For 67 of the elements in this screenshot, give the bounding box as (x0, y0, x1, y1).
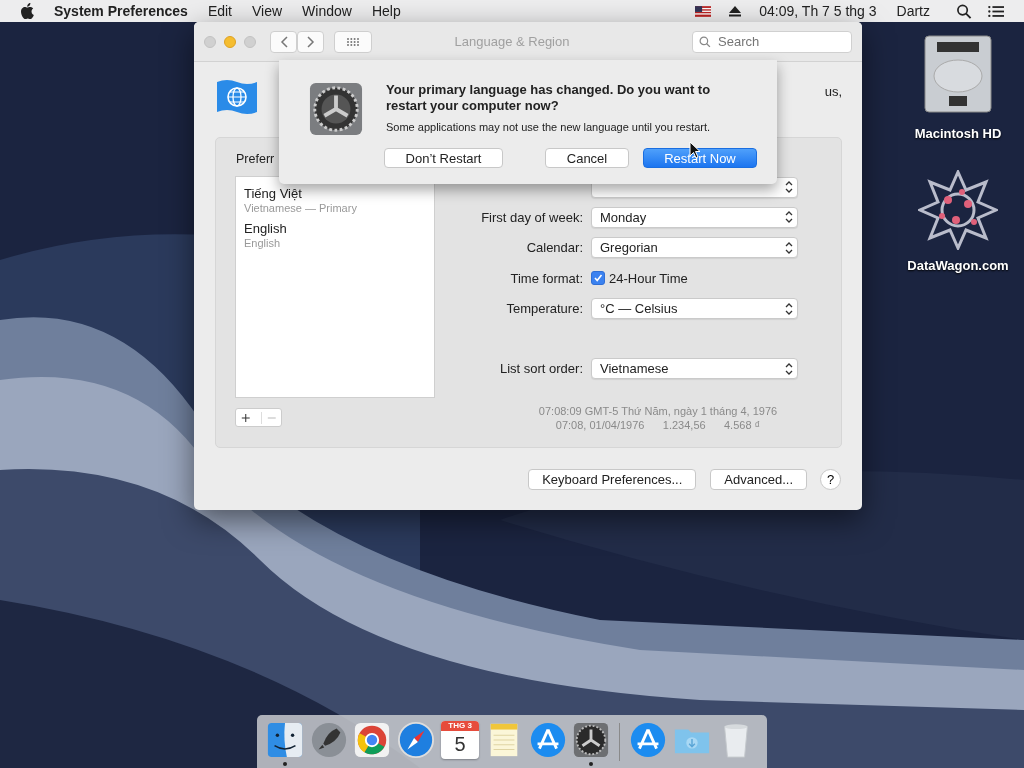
calendar-icon[interactable]: THG 3 5 (441, 721, 480, 759)
hard-drive-icon[interactable] (923, 34, 993, 114)
tools-app-icon[interactable] (528, 721, 567, 759)
user-name[interactable]: Dartz (896, 3, 930, 19)
language-name[interactable]: English (244, 221, 426, 236)
up-down-arrows-icon (785, 180, 793, 194)
add-icon[interactable] (241, 411, 251, 424)
section-label: Preferr (236, 152, 275, 168)
gear-icon (308, 82, 364, 136)
menu-item[interactable]: Help (371, 3, 401, 19)
up-down-arrows-icon (785, 240, 793, 255)
search-input[interactable]: Search (716, 33, 840, 50)
up-down-arrows-icon (785, 301, 793, 316)
alert-button[interactable]: Don’t Restart (384, 148, 503, 168)
grid-icon[interactable] (347, 37, 359, 46)
add-remove-control[interactable] (235, 408, 282, 427)
language-detail: English (244, 237, 282, 249)
field-label: Time format: (509, 270, 583, 286)
alert-button[interactable]: Cancel (545, 148, 629, 168)
search-icon[interactable] (956, 3, 972, 19)
icon-label: DataWagon.com (907, 258, 1009, 273)
up-down-arrows-icon (785, 210, 793, 225)
popup-menu[interactable]: Gregorian (591, 237, 798, 259)
chevron-right-icon[interactable] (306, 35, 314, 48)
star-pattern-icon[interactable] (918, 170, 998, 250)
field-label: Temperature: (505, 301, 583, 317)
alert-title: Your primary language has changed. Do you want to restart your computer now? (386, 82, 712, 114)
apple-icon[interactable] (20, 3, 34, 19)
field-label: Calendar: (525, 240, 583, 256)
alert-message: Some applications may not use the new language until you restart. (386, 121, 712, 133)
forward-button[interactable] (297, 30, 324, 53)
menu-item[interactable]: System Preferences (54, 3, 188, 19)
checkbox[interactable] (591, 271, 605, 286)
gear-icon[interactable] (572, 721, 611, 759)
window-title: Language & Region (453, 34, 571, 49)
checkbox-label[interactable]: 24-Hour Time (609, 270, 688, 286)
list-icon[interactable] (988, 3, 1004, 19)
search-icon (699, 35, 711, 48)
flag-icon[interactable] (695, 5, 712, 17)
advanced-button[interactable]: Advanced... (710, 469, 807, 490)
format-sample: 07:08:09 GMT-5 Thứ Năm, ngày 1 tháng 4, 1976 (538, 404, 778, 419)
format-sample: 07:08, 01/04/1976 1.234,56 4.568 ₫ (555, 418, 761, 433)
keyboard-preferences-button[interactable]: Keyboard Preferences... (528, 469, 697, 490)
popup-menu[interactable]: °C — Celsius (591, 298, 798, 320)
popup-menu[interactable]: Monday (591, 206, 798, 228)
search-field[interactable]: Search (692, 30, 852, 53)
compass-icon[interactable] (397, 721, 436, 759)
face-icon[interactable] (265, 721, 304, 759)
eject-icon[interactable] (729, 5, 742, 17)
up-down-arrows-icon (785, 361, 793, 376)
tools-app-icon[interactable] (629, 721, 668, 759)
field-label: List sort order: (498, 361, 583, 377)
icon-label: Macintosh HD (914, 126, 1002, 141)
language-name[interactable]: Tiếng Việt (244, 186, 426, 201)
field-label: First day of week: (480, 209, 583, 225)
language-detail: Vietnamese — Primary (244, 202, 358, 214)
popup-menu[interactable]: Vietnamese (591, 358, 798, 380)
chevron-left-icon[interactable] (280, 35, 288, 48)
clock[interactable]: 04:09, Th 7 5 thg 3 (759, 3, 877, 19)
back-button[interactable] (270, 30, 297, 53)
description-text: us, (824, 84, 842, 99)
help-button[interactable]: ? (820, 469, 841, 490)
menu-item[interactable]: View (252, 3, 283, 19)
show-all-button[interactable] (334, 30, 372, 53)
menu-item[interactable]: Window (302, 3, 352, 19)
default-button[interactable]: Restart Now (643, 148, 757, 168)
menu-item[interactable]: Edit (207, 3, 232, 19)
